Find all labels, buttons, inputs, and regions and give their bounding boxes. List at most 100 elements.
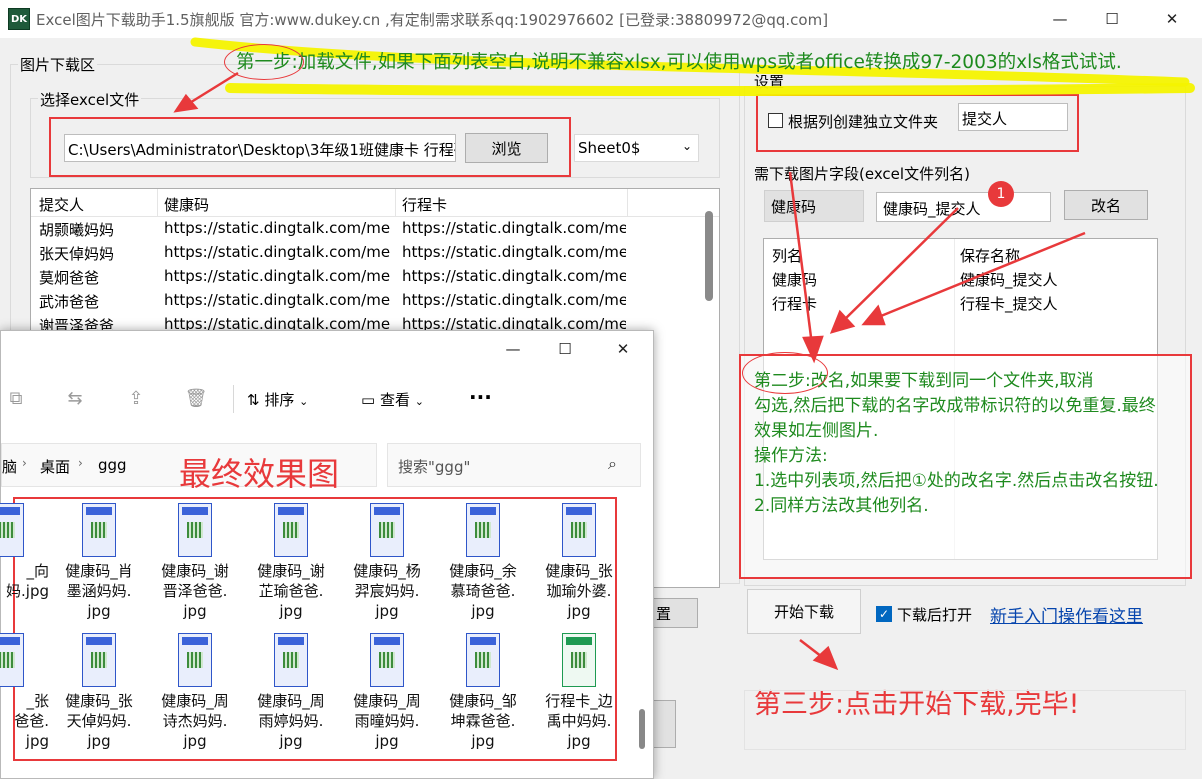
view-button[interactable]: ▭ 查看 ⌄	[361, 389, 424, 410]
delete-icon[interactable]: 🗑	[185, 387, 208, 409]
file-name: jpg	[87, 732, 111, 750]
file-item[interactable]: _向 妈.jpg	[0, 503, 51, 601]
copy-icon[interactable]: ⧉	[5, 387, 27, 409]
step1-circle	[224, 44, 304, 80]
breadcrumb-item[interactable]: ggg	[98, 456, 127, 474]
folder-checkbox-label[interactable]: 根据列创建独立文件夹	[788, 111, 938, 132]
table-scrollbar[interactable]	[705, 211, 713, 301]
window-title: Excel图片下载助手1.5旗舰版 官方:www.dukey.cn ,有定制需求…	[36, 11, 829, 29]
file-name: 芷瑜爸爸.	[258, 582, 324, 600]
search-box[interactable]: 搜索"ggg" ⌕	[387, 443, 641, 487]
file-name: jpg	[375, 732, 399, 750]
share-icon[interactable]: ⇪	[125, 387, 147, 409]
image-file-icon	[82, 633, 116, 687]
view-icon: ▭	[361, 391, 376, 409]
table-row[interactable]: 莫炯爸爸 https://static.dingtalk.com/medi...…	[31, 265, 711, 289]
more-icon: ···	[469, 385, 492, 409]
list-header[interactable]: 保存名称	[960, 245, 1020, 266]
tutorial-link[interactable]: 新手入门操作看这里	[990, 602, 1143, 627]
file-name: 健康码_谢	[161, 562, 229, 580]
step2-annotation: 第二步:改名,如果要下载到同一个文件夹,取消 勾选,然后把下载的名字改成带标识符…	[754, 371, 1159, 516]
rename-button[interactable]: 改名	[1064, 190, 1148, 220]
list-cell: 行程卡	[772, 295, 818, 313]
rename-icon[interactable]: ⇆	[64, 387, 86, 409]
table-row[interactable]: 武沛爸爸 https://static.dingtalk.com/medi...…	[31, 289, 711, 313]
image-file-icon	[0, 503, 24, 557]
file-item[interactable]: 健康码_谢 芷瑜爸爸. jpg	[247, 503, 335, 621]
file-name: 雨曈妈妈.	[354, 712, 420, 730]
image-file-icon	[370, 633, 404, 687]
explorer-scrollbar[interactable]	[639, 709, 645, 749]
file-item[interactable]: 健康码_张 珈瑜外婆. jpg	[535, 503, 623, 621]
column-header[interactable]: 提交人	[39, 194, 84, 215]
file-item[interactable]: 健康码_周 诗杰妈妈. jpg	[151, 633, 239, 751]
select-file-label: 选择excel文件	[38, 89, 142, 110]
sort-button[interactable]: ⇅ 排序 ⌄	[247, 389, 308, 410]
table-row[interactable]: 张天倬妈妈 https://static.dingtalk.com/medi..…	[31, 241, 711, 265]
field-name-display[interactable]: 健康码	[764, 190, 864, 222]
file-item[interactable]: 健康码_肖 墨涵妈妈. jpg	[55, 503, 143, 621]
file-item[interactable]: _张 爸爸. jpg	[0, 633, 51, 751]
file-name: 墨涵妈妈.	[66, 582, 132, 600]
explorer-close-button[interactable]: ✕	[595, 331, 651, 367]
file-item[interactable]: 健康码_余 慕琦爸爸. jpg	[439, 503, 527, 621]
more-options-button[interactable]: ···	[469, 385, 492, 409]
image-file-icon	[370, 503, 404, 557]
file-item[interactable]: 健康码_周 雨曈妈妈. jpg	[343, 633, 431, 751]
chevron-down-icon: ⌄	[681, 139, 692, 153]
list-item[interactable]: 行程卡 行程卡_提交人	[764, 291, 1157, 315]
file-name: jpg	[183, 602, 207, 620]
file-item[interactable]: 健康码_张 天倬妈妈. jpg	[55, 633, 143, 751]
file-name: 健康码_周	[257, 692, 325, 710]
file-name: jpg	[87, 602, 111, 620]
file-name: 健康码_杨	[353, 562, 421, 580]
explorer-minimize-button[interactable]: —	[485, 331, 541, 367]
image-file-icon	[466, 633, 500, 687]
column-header[interactable]: 行程卡	[402, 194, 447, 215]
file-item[interactable]: 健康码_邹 坤霖爸爸. jpg	[439, 633, 527, 751]
file-name: 天倬妈妈.	[66, 712, 132, 730]
file-name: 妈.jpg	[6, 582, 49, 600]
chevron-down-icon: ⌄	[299, 395, 309, 408]
table-row[interactable]: 胡颢曦妈妈 https://static.dingtalk.com/medi..…	[31, 217, 711, 241]
breadcrumb-item[interactable]: 脑	[2, 456, 17, 477]
list-cell: 健康码_提交人	[960, 271, 1058, 289]
table-cell: 胡颢曦妈妈	[39, 221, 115, 239]
explorer-maximize-button[interactable]: ☐	[537, 331, 593, 367]
start-download-button[interactable]: 开始下载	[747, 589, 861, 634]
folder-checkbox[interactable]	[768, 113, 783, 128]
close-icon: ✕	[1165, 10, 1179, 28]
image-file-icon	[562, 503, 596, 557]
list-item[interactable]: 健康码 健康码_提交人	[764, 267, 1157, 291]
list-header[interactable]: 列名	[772, 245, 802, 266]
image-file-icon	[274, 503, 308, 557]
file-item[interactable]: 健康码_杨 羿宸妈妈. jpg	[343, 503, 431, 621]
file-name: jpg	[375, 602, 399, 620]
open-after-checkbox[interactable]: ✓	[876, 606, 892, 622]
table-cell: https://static.dingtalk.com/med...	[402, 219, 626, 237]
column-header[interactable]: 健康码	[164, 194, 209, 215]
maximize-icon: ☐	[1105, 10, 1119, 28]
file-item[interactable]: 健康码_周 雨婷妈妈. jpg	[247, 633, 335, 751]
image-file-icon	[274, 633, 308, 687]
file-item[interactable]: 健康码_谢 晋泽爸爸. jpg	[151, 503, 239, 621]
open-after-label[interactable]: 下载后打开	[897, 604, 972, 625]
table-cell: https://static.dingtalk.com/med...	[402, 267, 626, 285]
rename-input[interactable]: 健康码_提交人	[876, 192, 1051, 222]
sort-icon: ⇅	[247, 391, 260, 409]
chevron-down-icon: ⌄	[414, 395, 424, 408]
file-name: 健康码_余	[449, 562, 517, 580]
sheet-select[interactable]: Sheet0$ ⌄	[574, 134, 699, 162]
file-name: 健康码_周	[353, 692, 421, 710]
step2-circle	[742, 352, 828, 394]
maximize-icon: ☐	[558, 340, 572, 358]
breadcrumb-item[interactable]: 桌面	[40, 456, 70, 477]
file-name: 羿宸妈妈.	[354, 582, 420, 600]
file-item[interactable]: 行程卡_边 禹中妈妈. jpg	[535, 633, 623, 751]
minimize-icon: —	[505, 340, 521, 358]
column-divider	[627, 189, 628, 217]
table-cell: 莫炯爸爸	[39, 269, 100, 287]
list-cell: 健康码	[772, 271, 818, 289]
table-cell: 武沛爸爸	[39, 293, 100, 311]
table-cell: https://static.dingtalk.com/medi...	[164, 267, 390, 285]
